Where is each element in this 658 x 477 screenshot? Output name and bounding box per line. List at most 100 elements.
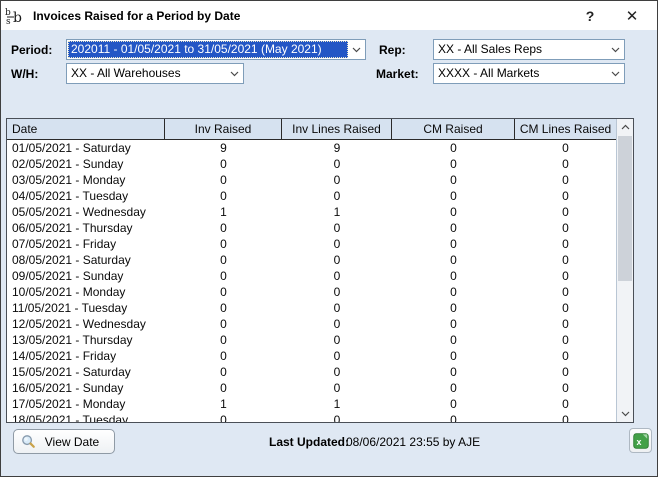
cell-cm-raised: 0 <box>392 316 515 332</box>
cell-inv-lines-raised: 1 <box>282 204 392 220</box>
market-value: XXXX - All Markets <box>435 65 607 82</box>
period-value: 202011 - 01/05/2021 to 31/05/2021 (May 2… <box>68 41 348 58</box>
column-header-date[interactable]: Date <box>7 119 165 139</box>
wh-select[interactable]: XX - All Warehouses <box>66 63 244 84</box>
scroll-down-button[interactable] <box>617 406 633 422</box>
cell-date: 18/05/2021 - Tuesday <box>7 412 165 423</box>
cell-inv-raised: 0 <box>165 236 282 252</box>
svg-text:x: x <box>636 437 641 447</box>
cell-cm-lines-raised: 0 <box>515 412 616 423</box>
table-row[interactable]: 07/05/2021 - Friday 0 0 0 0 <box>7 236 616 252</box>
cell-cm-raised: 0 <box>392 348 515 364</box>
rep-select[interactable]: XX - All Sales Reps <box>433 39 625 60</box>
svg-text:s: s <box>6 17 11 26</box>
cell-inv-raised: 0 <box>165 252 282 268</box>
cell-inv-raised: 0 <box>165 380 282 396</box>
cell-date: 06/05/2021 - Thursday <box>7 220 165 236</box>
column-header-cm-raised[interactable]: CM Raised <box>392 119 515 139</box>
cell-date: 13/05/2021 - Thursday <box>7 332 165 348</box>
cell-inv-raised: 0 <box>165 348 282 364</box>
cell-cm-lines-raised: 0 <box>515 316 616 332</box>
cell-inv-raised: 0 <box>165 284 282 300</box>
cell-cm-raised: 0 <box>392 140 515 156</box>
magnifier-icon <box>21 434 36 449</box>
table-row[interactable]: 03/05/2021 - Monday 0 0 0 0 <box>7 172 616 188</box>
cell-inv-raised: 0 <box>165 412 282 423</box>
cell-cm-raised: 0 <box>392 396 515 412</box>
table-row[interactable]: 02/05/2021 - Sunday 0 0 0 0 <box>7 156 616 172</box>
scroll-up-button[interactable] <box>617 119 633 135</box>
export-excel-button[interactable]: x <box>629 428 652 453</box>
cell-cm-raised: 0 <box>392 172 515 188</box>
cell-date: 07/05/2021 - Friday <box>7 236 165 252</box>
cell-cm-lines-raised: 0 <box>515 188 616 204</box>
period-select[interactable]: 202011 - 01/05/2021 to 31/05/2021 (May 2… <box>66 39 366 60</box>
help-button[interactable]: ? <box>573 1 607 30</box>
table-row[interactable]: 06/05/2021 - Thursday 0 0 0 0 <box>7 220 616 236</box>
view-date-button[interactable]: View Date <box>13 429 115 454</box>
table-row[interactable]: 12/05/2021 - Wednesday 0 0 0 0 <box>7 316 616 332</box>
table-row[interactable]: 10/05/2021 - Monday 0 0 0 0 <box>7 284 616 300</box>
column-header-cm-lines-raised[interactable]: CM Lines Raised <box>515 119 616 139</box>
cell-inv-raised: 0 <box>165 220 282 236</box>
cell-cm-raised: 0 <box>392 220 515 236</box>
rep-value: XX - All Sales Reps <box>435 41 607 58</box>
cell-inv-lines-raised: 0 <box>282 236 392 252</box>
table-row[interactable]: 11/05/2021 - Tuesday 0 0 0 0 <box>7 300 616 316</box>
dialog-window: b s b Invoices Raised for a Period by Da… <box>0 0 658 477</box>
table-row[interactable]: 13/05/2021 - Thursday 0 0 0 0 <box>7 332 616 348</box>
wh-label: W/H: <box>11 67 38 81</box>
chevron-down-icon <box>226 71 242 77</box>
cell-inv-raised: 0 <box>165 188 282 204</box>
title-bar: b s b Invoices Raised for a Period by Da… <box>1 1 657 30</box>
cell-inv-lines-raised: 0 <box>282 348 392 364</box>
cell-inv-raised: 1 <box>165 396 282 412</box>
scrollbar-thumb[interactable] <box>618 136 632 281</box>
window-title: Invoices Raised for a Period by Date <box>33 9 240 23</box>
cell-date: 09/05/2021 - Sunday <box>7 268 165 284</box>
cell-inv-raised: 0 <box>165 364 282 380</box>
last-updated-label: Last Updated: <box>269 435 349 449</box>
cell-cm-raised: 0 <box>392 252 515 268</box>
cell-date: 11/05/2021 - Tuesday <box>7 300 165 316</box>
cell-inv-lines-raised: 0 <box>282 156 392 172</box>
column-header-inv-lines-raised[interactable]: Inv Lines Raised <box>282 119 392 139</box>
market-label: Market: <box>376 67 419 81</box>
excel-export-icon: x <box>633 433 649 449</box>
cell-cm-lines-raised: 0 <box>515 252 616 268</box>
chevron-down-icon <box>607 71 623 77</box>
cell-inv-raised: 0 <box>165 316 282 332</box>
cell-cm-raised: 0 <box>392 204 515 220</box>
cell-cm-lines-raised: 0 <box>515 300 616 316</box>
cell-date: 03/05/2021 - Monday <box>7 172 165 188</box>
svg-text:b: b <box>13 10 22 26</box>
table-row[interactable]: 18/05/2021 - Tuesday 0 0 0 0 <box>7 412 616 423</box>
cell-cm-lines-raised: 0 <box>515 284 616 300</box>
table-row[interactable]: 16/05/2021 - Sunday 0 0 0 0 <box>7 380 616 396</box>
table-row[interactable]: 04/05/2021 - Tuesday 0 0 0 0 <box>7 188 616 204</box>
cell-date: 08/05/2021 - Saturday <box>7 252 165 268</box>
table-row[interactable]: 14/05/2021 - Friday 0 0 0 0 <box>7 348 616 364</box>
column-header-inv-raised[interactable]: Inv Raised <box>165 119 282 139</box>
cell-date: 14/05/2021 - Friday <box>7 348 165 364</box>
close-button[interactable]: ✕ <box>615 1 649 30</box>
table-row[interactable]: 17/05/2021 - Monday 1 1 0 0 <box>7 396 616 412</box>
cell-inv-lines-raised: 0 <box>282 284 392 300</box>
period-label: Period: <box>11 43 52 57</box>
market-select[interactable]: XXXX - All Markets <box>433 63 625 84</box>
cell-date: 12/05/2021 - Wednesday <box>7 316 165 332</box>
vertical-scrollbar[interactable] <box>616 119 633 422</box>
table-row[interactable]: 15/05/2021 - Saturday 0 0 0 0 <box>7 364 616 380</box>
cell-date: 04/05/2021 - Tuesday <box>7 188 165 204</box>
rep-label: Rep: <box>379 43 406 57</box>
cell-cm-raised: 0 <box>392 156 515 172</box>
table-row[interactable]: 01/05/2021 - Saturday 9 9 0 0 <box>7 140 616 156</box>
table-row[interactable]: 09/05/2021 - Sunday 0 0 0 0 <box>7 268 616 284</box>
cell-cm-lines-raised: 0 <box>515 156 616 172</box>
cell-date: 15/05/2021 - Saturday <box>7 364 165 380</box>
cell-cm-raised: 0 <box>392 300 515 316</box>
table-row[interactable]: 05/05/2021 - Wednesday 1 1 0 0 <box>7 204 616 220</box>
cell-cm-raised: 0 <box>392 332 515 348</box>
cell-inv-lines-raised: 0 <box>282 188 392 204</box>
table-row[interactable]: 08/05/2021 - Saturday 0 0 0 0 <box>7 252 616 268</box>
